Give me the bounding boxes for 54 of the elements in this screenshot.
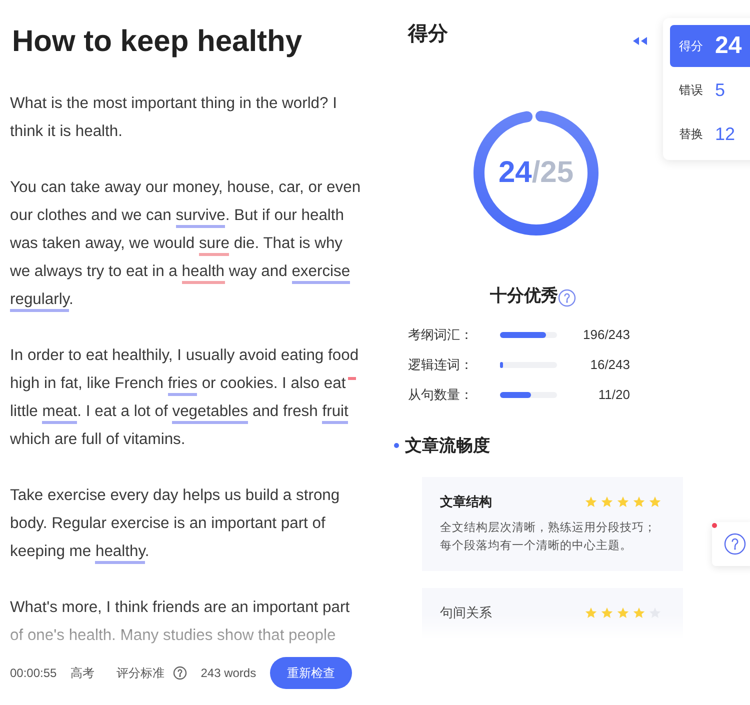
timer: 00:00:55 [10, 666, 57, 680]
star-icon [649, 496, 661, 508]
essay-paragraph: You can take away our money, house, car, or even our clothes and we can survive. But if our health was taken away, we would sure die. That is why we always try to eat in a health way and exercise regularly. [10, 174, 362, 314]
metric-value: 16/243 [589, 357, 630, 372]
panel-title: 得分 [408, 22, 448, 47]
star-icon [633, 496, 645, 508]
flagged-word[interactable]: exercise [292, 263, 350, 284]
double-left-arrow-icon[interactable] [632, 36, 648, 46]
card-title: 句间关系 [440, 604, 492, 622]
recheck-button[interactable]: 重新检查 [270, 657, 352, 689]
section-title: 文章流畅度 [405, 435, 490, 457]
metric-value: 196/243 [582, 327, 630, 342]
flagged-word[interactable]: vegetables [172, 403, 248, 424]
flagged-word[interactable]: fries [168, 375, 198, 396]
star-icon [617, 607, 629, 619]
star-icon [601, 496, 613, 508]
side-tab[interactable]: 错误 5 [670, 69, 750, 111]
star-icon [585, 496, 597, 508]
essay-paragraph: In order to eat healthily, I usually avoid eating food high in fat, like French fries or cookies. I also eat little meat. I eat a lot of vegetables and fresh fruit which are full of vitamins. [10, 346, 360, 450]
exam-type: 高考 [70, 664, 95, 682]
metric-label: 考纲词汇： [408, 326, 474, 344]
help-icon[interactable] [558, 289, 576, 307]
metric-value: 11/20 [597, 387, 630, 402]
essay-paragraph: Take exercise every day helps us build a strong body. Regular exercise is an important part of keeping me healthy. [10, 482, 362, 566]
score-value: 24 [498, 156, 532, 190]
flagged-word[interactable]: healthy [95, 543, 145, 564]
star-icon [585, 607, 597, 619]
card-description: 全文结构层次清晰，熟练运用分段技巧；每个段落均有一个清晰的中心主题。 [440, 520, 657, 554]
rating-label: 十分优秀 [490, 285, 558, 307]
flagged-word[interactable]: sure [198, 235, 230, 256]
metric-label: 从句数量： [408, 386, 474, 404]
essay-paragraph: What is the most important thing in the world? I think it is health. [10, 94, 338, 142]
star-icon [617, 496, 629, 508]
flagged-word[interactable]: meat [42, 403, 78, 424]
help-button[interactable] [712, 522, 750, 566]
help-icon[interactable] [172, 666, 187, 680]
flagged-word[interactable]: regularly [10, 291, 69, 312]
side-tab[interactable]: 得分 24 [670, 25, 750, 67]
flagged-word[interactable]: health [182, 263, 225, 284]
help-icon[interactable] [724, 533, 746, 555]
star-icon [633, 607, 645, 619]
side-tab[interactable]: 替换 12 [670, 113, 750, 155]
missing-word-mark[interactable] [348, 377, 356, 380]
criteria-label: 评分标准 [116, 664, 165, 682]
card-title: 文章结构 [440, 493, 492, 511]
essay-paragraph: What's more, I think friends are an important part of one's health. Many studies show that people [10, 598, 351, 646]
flagged-word[interactable]: fruit [322, 403, 348, 424]
flagged-word[interactable]: survive [176, 207, 226, 228]
word-count: 243 words [200, 666, 256, 680]
bullet-dot [394, 443, 399, 448]
star-icon [601, 607, 613, 619]
metric-label: 逻辑连词： [408, 356, 474, 374]
essay-title: How to keep healthy [12, 24, 304, 60]
score-total: /25 [532, 156, 574, 190]
